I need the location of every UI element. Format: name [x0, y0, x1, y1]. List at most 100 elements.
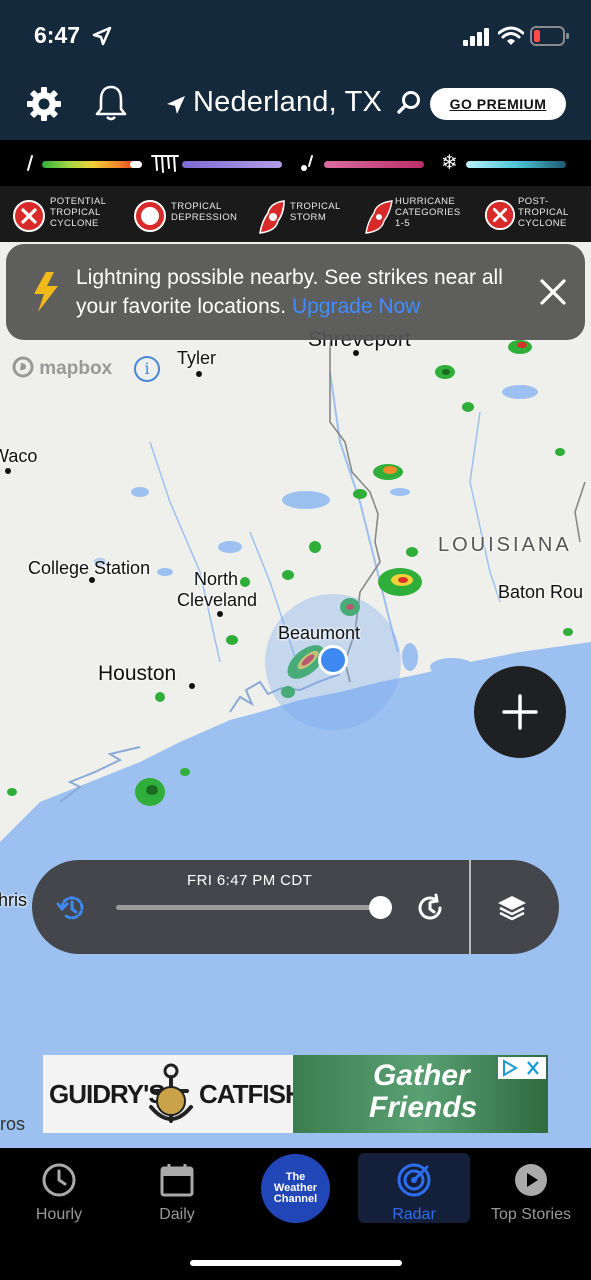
settings-gear-icon[interactable] [26, 86, 62, 122]
legend-label: TROPICAL [171, 201, 222, 212]
rain-drop-icon [27, 155, 33, 171]
tab-top-stories[interactable]: Top Stories [472, 1148, 590, 1223]
banner-text: Lightning possible nearby. See strikes n… [76, 266, 503, 318]
timeline-divider [469, 860, 471, 954]
ad-choices-icon[interactable] [498, 1057, 546, 1079]
ice-scale-bar [182, 161, 282, 168]
go-premium-button[interactable]: GO PREMIUM [430, 88, 566, 120]
mix-icon [301, 155, 313, 171]
legend-label: STORM [290, 212, 327, 223]
location-title[interactable]: Nederland, TX [193, 86, 382, 119]
city-north-cleveland-2: Cleveland [177, 590, 258, 610]
state-louisiana: LOUISIANA [438, 534, 572, 556]
city-college-station: College Station [28, 558, 151, 578]
legend-label: TROPICAL [290, 201, 341, 212]
legend-label: POST- [518, 196, 549, 207]
plus-icon [502, 694, 538, 730]
wifi-icon [498, 26, 524, 45]
location-arrow-icon [167, 96, 185, 114]
x-circle-icon [484, 199, 516, 231]
info-icon[interactable]: i [134, 356, 160, 382]
tab-label: Top Stories [490, 1206, 572, 1223]
snowflake-icon: ❄ [441, 150, 458, 174]
legend-label: TROPICAL [518, 207, 569, 218]
status-bar: 6:47 [0, 0, 591, 72]
city-north-cleveland-1: North [194, 569, 239, 589]
legend-hurricane: HURRICANE CATEGORIES 1-5 [364, 195, 474, 234]
mapbox-logo: mapbox [12, 356, 112, 380]
battery-icon [530, 26, 569, 46]
cellular-signal-icon [463, 28, 489, 46]
legend-label: DEPRESSION [171, 212, 238, 223]
snow-scale-bar [466, 161, 566, 168]
ad-choices[interactable] [498, 1057, 546, 1079]
status-time: 6:47 [34, 22, 81, 48]
ad-headline-1: Gather [373, 1059, 470, 1092]
radar-icon [397, 1163, 431, 1197]
mapbox-icon [12, 356, 34, 378]
tab-label: Daily [159, 1206, 195, 1223]
legend-label: CYCLONE [50, 218, 99, 229]
legend-post-tropical-cyclone: POST- TROPICAL CYCLONE [484, 195, 584, 233]
mapbox-label: mapbox [39, 358, 113, 379]
legend-tropical-depression: TROPICAL DEPRESSION [133, 195, 243, 233]
notifications-bell-icon[interactable] [94, 84, 128, 122]
future-forecast-icon[interactable] [414, 892, 446, 924]
home-indicator[interactable] [190, 1260, 402, 1266]
tab-daily[interactable]: Daily [118, 1148, 236, 1223]
ad-headline-2: Friends [369, 1091, 478, 1124]
city-tyler: Tyler [177, 348, 217, 368]
city-waco: Waco [0, 446, 38, 466]
tab-label: Hourly [35, 1206, 83, 1223]
legend-label: 1-5 [395, 218, 410, 229]
advertisement-banner[interactable]: GUIDRY'S CATFISH Gather Friends [43, 1055, 548, 1133]
lightning-message: Lightning possible nearby. See strikes n… [76, 263, 526, 321]
precipitation-legend: ❄ [0, 140, 591, 186]
search-icon[interactable] [396, 90, 422, 116]
x-circle-icon [13, 200, 45, 232]
city-corpus-christi: hris [0, 890, 28, 910]
ad-brand-right: CATFISH [199, 1079, 304, 1109]
legend-label: CATEGORIES [395, 207, 461, 218]
ice-icon [151, 155, 179, 173]
upgrade-now-link[interactable]: Upgrade Now [292, 295, 420, 318]
timeline-slider-knob[interactable] [369, 896, 392, 919]
legend-potential-tropical-cyclone: POTENTIAL TROPICAL CYCLONE [12, 195, 122, 233]
legend-tropical-storm: TROPICAL STORM [258, 195, 358, 234]
legend-label: POTENTIAL [50, 196, 107, 207]
zoom-in-button[interactable] [474, 666, 566, 758]
hurricane-icon [365, 200, 393, 234]
twc-label-line: Channel [273, 1193, 318, 1205]
lightning-bolt-icon [34, 272, 58, 312]
clock-icon [42, 1163, 76, 1197]
storm-icon [259, 200, 285, 234]
calendar-icon [160, 1164, 194, 1197]
city-houston: Houston [98, 662, 177, 685]
city-baton-rouge: Baton Rou [498, 582, 584, 602]
legend-label: TROPICAL [50, 207, 101, 218]
lightning-banner[interactable]: Lightning possible nearby. See strikes n… [6, 244, 585, 340]
rain-scale-bar [42, 161, 142, 168]
timeline-time: FRI 6:47 PM CDT [187, 872, 313, 889]
tab-label: Radar [392, 1206, 436, 1223]
legend-label: CYCLONE [518, 218, 567, 229]
tab-radar[interactable]: Radar [358, 1153, 470, 1223]
timeline-track[interactable] [116, 905, 380, 910]
the-weather-channel-button[interactable]: The Weather Channel [261, 1154, 330, 1223]
location-arrow-icon [92, 26, 112, 46]
app-header: Nederland, TX GO PREMIUM [0, 72, 591, 140]
history-icon[interactable] [56, 892, 88, 924]
city-partial-label: ros [0, 1114, 26, 1134]
tab-hourly[interactable]: Hourly [0, 1148, 118, 1223]
legend-label: HURRICANE [395, 196, 456, 207]
layers-icon[interactable] [496, 892, 528, 924]
rain-scale-end [130, 161, 142, 168]
close-icon[interactable] [538, 277, 568, 307]
current-location-dot [321, 648, 345, 672]
mix-scale-bar [324, 161, 424, 168]
tropical-legend: POTENTIAL TROPICAL CYCLONE TROPICAL DEPRESS… [0, 186, 591, 242]
anchor-logo-icon [149, 1063, 193, 1123]
city-beaumont: Beaumont [278, 623, 361, 643]
radar-timeline: FRI 6:47 PM CDT [32, 860, 559, 954]
circle-icon [134, 200, 166, 232]
